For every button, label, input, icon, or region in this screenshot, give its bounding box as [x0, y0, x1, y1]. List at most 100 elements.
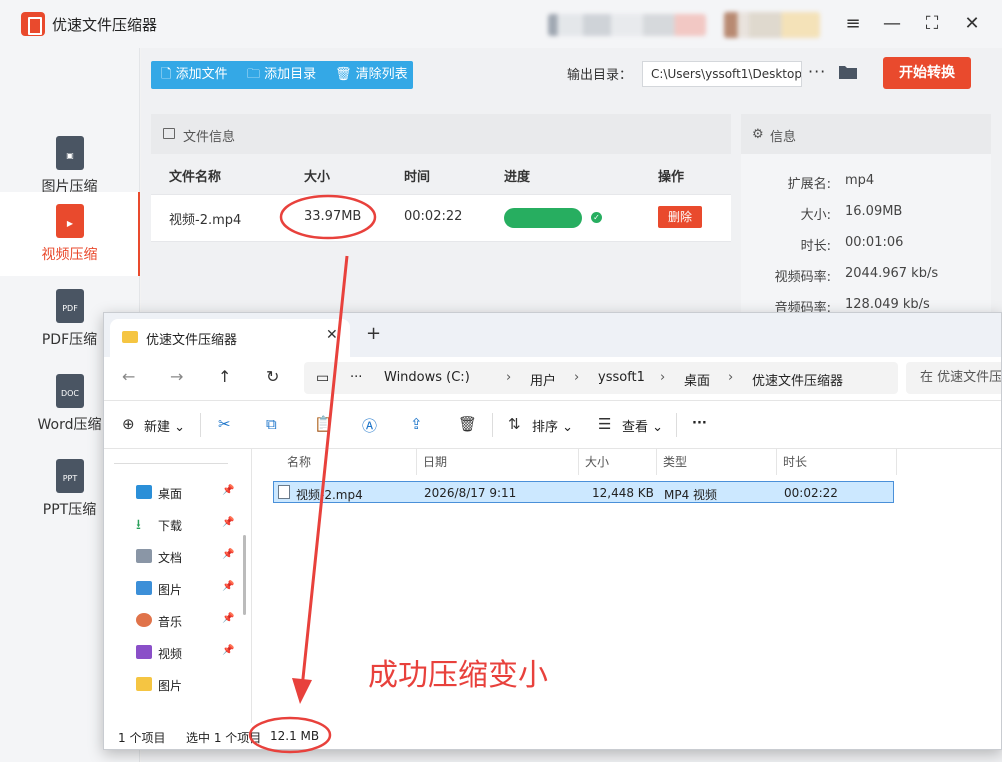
sidebar-item-video-compress[interactable]: ▶ 视频压缩 — [0, 192, 140, 276]
clear-list-label: 清除列表 — [355, 67, 408, 82]
breadcrumb-item[interactable]: Windows (C:) — [384, 370, 470, 385]
nav-item-label: 视频 — [158, 647, 183, 661]
explorer-nav-bar: ← → ↑ ↻ ▭ ··· Windows (C:) › 用户 › yssoft… — [104, 357, 1001, 401]
view-label: 查看 — [622, 420, 649, 435]
trash-icon: 🗑 — [335, 67, 356, 82]
divider — [492, 413, 493, 437]
info-value-duration: 00:01:06 — [845, 235, 904, 250]
nav-item-label: 图片 — [158, 583, 183, 597]
add-folder-button[interactable]: 🗀 添加目录 — [247, 61, 316, 89]
video-file-icon — [278, 485, 290, 499]
rename-icon[interactable]: Ⓐ — [362, 415, 377, 436]
column-header-time[interactable]: 时间 — [404, 166, 430, 185]
more-commands-button[interactable]: ··· — [692, 416, 707, 431]
blurred-account-info — [548, 14, 706, 36]
gear-icon: ⚙ — [752, 127, 764, 142]
file-size: 33.97MB — [304, 209, 362, 224]
delete-icon[interactable]: 🗑 — [458, 415, 477, 433]
selected-count: 选中 1 个项目 — [186, 731, 262, 745]
explorer-tab[interactable]: 优速文件压缩器 ✕ — [110, 319, 350, 357]
back-arrow-icon[interactable]: ← — [122, 367, 135, 386]
pin-icon: 📌 — [222, 517, 235, 528]
file-info-title: 文件信息 — [183, 130, 236, 145]
pdf-file-icon: PDF — [56, 289, 84, 323]
add-folder-label: 添加目录 — [264, 67, 317, 82]
minimize-icon[interactable]: — — [878, 10, 906, 38]
menu-icon[interactable]: ≡ — [839, 10, 867, 38]
chevron-right-icon: › — [728, 370, 734, 385]
delete-button[interactable]: 删除 — [658, 206, 702, 228]
file-duration: 00:02:22 — [784, 486, 838, 500]
file-info-header: 文件信息 — [151, 114, 731, 154]
chevron-right-icon: › — [506, 370, 512, 385]
annotation-text: 成功压缩变小 — [368, 658, 548, 693]
output-dir-input[interactable]: C:\Users\yssoft1\Desktop — [642, 61, 802, 87]
column-header-progress[interactable]: 进度 — [504, 166, 530, 185]
download-icon: ⭳ — [136, 517, 141, 533]
new-label: 新建 — [144, 420, 171, 435]
music-icon — [136, 613, 152, 627]
sidebar-item-label: 视频压缩 — [41, 247, 98, 263]
navigation-pane: 桌面 📌 ⭳ 下载 📌 文档 📌 图片 📌 音乐 📌 视频 📌 图片 — [104, 449, 252, 723]
divider — [200, 413, 201, 437]
nav-item-label: 图片 — [158, 679, 183, 693]
up-arrow-icon[interactable]: ↑ — [218, 367, 231, 386]
column-header-size[interactable]: 大小 — [579, 449, 657, 475]
sort-button[interactable]: 排序 ⌄ — [532, 416, 573, 435]
breadcrumb-item[interactable]: 桌面 — [684, 370, 710, 389]
search-input[interactable]: 在 优速文件压缩器 — [906, 362, 1001, 394]
close-icon[interactable]: ✕ — [958, 10, 986, 38]
cut-icon[interactable]: ✂ — [218, 415, 231, 433]
new-button[interactable]: 新建 ⌄ — [144, 416, 185, 435]
maximize-icon[interactable]: ⛶ — [918, 10, 946, 38]
info-value-size: 16.09MB — [845, 204, 903, 219]
column-header-duration[interactable]: 时长 — [777, 449, 897, 475]
column-header-action[interactable]: 操作 — [658, 166, 684, 185]
file-toolbar: 🗋 添加文件 🗀 添加目录 🗑 清除列表 — [151, 61, 413, 89]
new-tab-button[interactable]: + — [366, 323, 381, 344]
sort-label: 排序 — [532, 420, 559, 435]
breadcrumb-item[interactable]: yssoft1 — [598, 370, 645, 385]
image-file-icon: ▣ — [56, 136, 84, 170]
breadcrumb-more[interactable]: ··· — [350, 370, 362, 385]
new-plus-icon: ⊕ — [122, 415, 135, 433]
column-header-date[interactable]: 日期 — [417, 449, 579, 475]
column-header-name[interactable]: 名称 — [281, 449, 417, 475]
start-convert-button[interactable]: 开始转换 — [883, 57, 971, 89]
app-titlebar: 优速文件压缩器 ≡ — ⛶ ✕ — [0, 0, 1002, 48]
app-logo-icon — [21, 12, 45, 36]
app-title: 优速文件压缩器 — [52, 16, 158, 34]
breadcrumb-item[interactable]: 优速文件压缩器 — [752, 370, 843, 389]
file-duration: 00:02:22 — [404, 209, 463, 224]
column-header-name[interactable]: 文件名称 — [169, 166, 221, 185]
folder-icon: 🗀 — [247, 67, 265, 82]
copy-icon[interactable]: ⧉ — [266, 415, 277, 433]
more-options-button[interactable]: ··· — [808, 62, 826, 81]
column-header-type[interactable]: 类型 — [657, 449, 777, 475]
nav-item-label: 文档 — [158, 551, 183, 565]
sort-icon: ⇅ — [508, 415, 521, 433]
add-file-button[interactable]: 🗋 添加文件 — [161, 61, 228, 89]
scrollbar[interactable] — [243, 535, 246, 615]
share-icon[interactable]: ⇪ — [410, 415, 423, 433]
view-icon: ☰ — [598, 415, 612, 433]
forward-arrow-icon[interactable]: → — [170, 367, 183, 386]
ppt-file-icon: PPT — [56, 459, 84, 493]
folder-icon — [136, 677, 152, 691]
view-button[interactable]: 查看 ⌄ — [622, 416, 663, 435]
selected-size: 12.1 MB — [270, 729, 320, 743]
video-file-icon: ▶ — [56, 204, 84, 238]
address-bar[interactable]: ▭ ··· Windows (C:) › 用户 › yssoft1 › 桌面 ›… — [304, 362, 898, 394]
blurred-user-avatar[interactable] — [724, 12, 820, 38]
open-folder-icon[interactable] — [838, 64, 858, 80]
refresh-icon[interactable]: ↻ — [266, 367, 279, 386]
info-key-duration: 时长: — [800, 239, 831, 254]
close-tab-icon[interactable]: ✕ — [326, 327, 338, 343]
paste-icon[interactable]: 📋 — [314, 415, 333, 433]
column-header-size[interactable]: 大小 — [304, 166, 330, 185]
file-date: 2026/8/17 9:11 — [424, 486, 517, 500]
info-key-video-bitrate: 视频码率: — [774, 270, 831, 285]
breadcrumb-item[interactable]: 用户 — [530, 370, 556, 389]
clear-list-button[interactable]: 🗑 清除列表 — [335, 61, 408, 89]
file-type: MP4 视频 — [664, 488, 718, 502]
